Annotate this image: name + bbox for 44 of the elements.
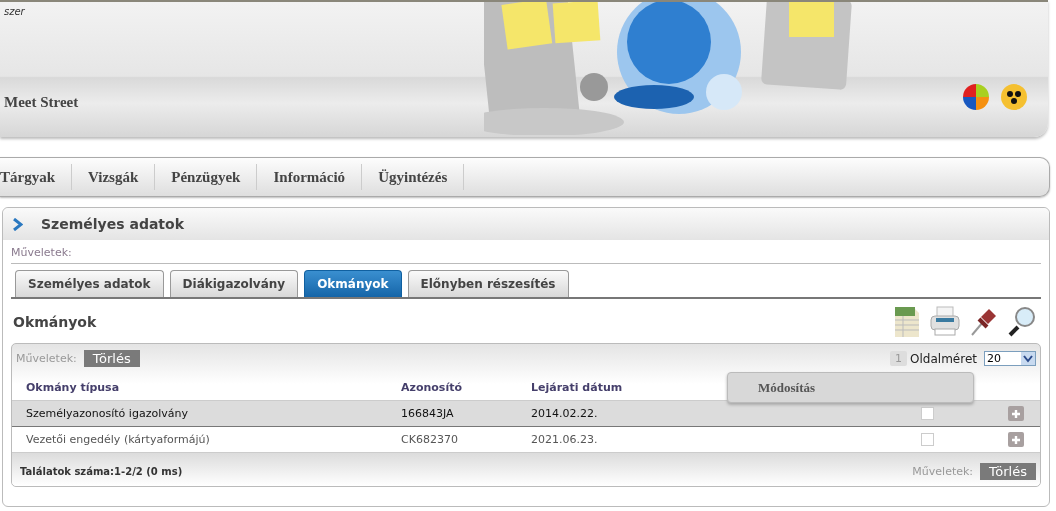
caret-icon[interactable] (1021, 352, 1035, 365)
panel-title: Személyes adatok (41, 216, 184, 232)
delete-button[interactable]: Törlés (83, 350, 140, 367)
menu-item[interactable]: Pénzügyek (155, 164, 258, 190)
table-cell-text: 166843JA (401, 407, 455, 420)
delete-button[interactable]: Törlés (980, 463, 1036, 480)
accessibility-icon[interactable] (1000, 83, 1028, 111)
chevron-icon (13, 217, 23, 231)
tab[interactable]: Diákigazolvány (169, 270, 299, 297)
actions-label: Műveletek: (11, 240, 1041, 264)
table-cell-text: CK682370 (401, 433, 459, 446)
user-name: Meet Street (4, 94, 80, 111)
menu-item[interactable]: Vizsgák (72, 164, 156, 190)
tab[interactable]: Előnyben részesítés (407, 270, 569, 297)
table-cell-text: Vezetői engedély (kártyaformájú) (26, 433, 211, 446)
actions-label: Műveletek: (912, 465, 974, 478)
row-checkbox[interactable] (921, 407, 934, 420)
spreadsheet-icon[interactable] (893, 305, 921, 339)
table-cell-text: 2014.02.22. (531, 407, 599, 420)
result-count: Találatok száma:1-2/2 (0 ms) (20, 466, 183, 477)
plus-icon (1010, 408, 1021, 419)
menu-item[interactable]: Ügyintézés (362, 164, 465, 190)
logo-caption: szer (4, 6, 26, 17)
tab[interactable]: Okmányok (304, 270, 402, 297)
color-wheel-icon[interactable] (962, 83, 990, 111)
table-row[interactable]: Személyazonosító igazolvány 166843JA 2014.02.22. (12, 401, 1040, 427)
expand-button[interactable] (1007, 406, 1024, 421)
table-cell-text: 2021.06.23. (531, 433, 599, 446)
column-header[interactable]: Okmány típusa (26, 381, 401, 394)
actions-label: Műveletek: (16, 352, 77, 365)
printer-icon[interactable] (929, 305, 961, 339)
search-icon[interactable] (1007, 305, 1037, 339)
plus-icon (1010, 434, 1021, 445)
menu-item[interactable]: Tárgyak (0, 164, 72, 190)
menu-item[interactable]: Információ (257, 164, 363, 190)
page-size-label: Oldalméret (910, 351, 977, 366)
expand-button[interactable] (1007, 432, 1024, 447)
row-checkbox[interactable] (921, 433, 934, 446)
tab[interactable]: Személyes adatok (15, 270, 164, 297)
column-header[interactable]: Azonosító (401, 381, 531, 394)
page-size-select[interactable]: 20 (984, 351, 1036, 366)
section-title: Okmányok (13, 314, 97, 330)
menu-item[interactable]: Módosítás (758, 379, 816, 396)
table-cell-text: Személyazonosító igazolvány (26, 407, 189, 420)
